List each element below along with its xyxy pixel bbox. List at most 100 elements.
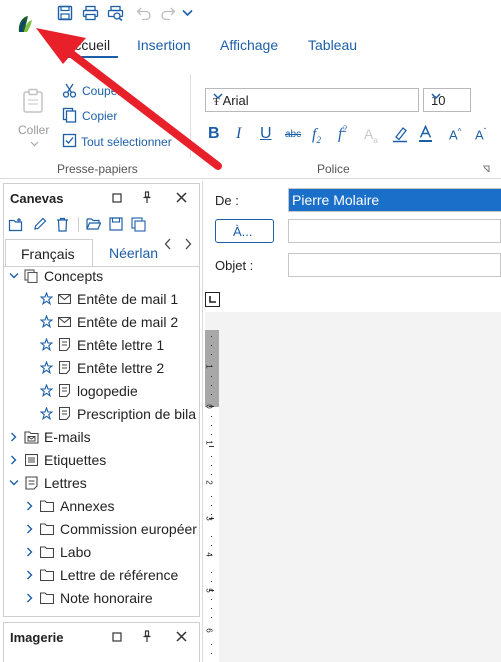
open-folder-icon[interactable] <box>86 217 101 231</box>
tree-item-template[interactable]: Entête de mail 1 <box>4 288 199 310</box>
tree-item-lettres[interactable]: Lettres <box>4 472 199 494</box>
subscript-icon[interactable]: f2 <box>312 126 321 145</box>
maximize-icon[interactable] <box>112 193 122 203</box>
close-icon[interactable] <box>176 192 187 203</box>
undo-icon[interactable] <box>136 6 152 20</box>
tree-item-concepts[interactable]: Concepts <box>4 265 199 287</box>
tab-accueil[interactable]: Accueil <box>65 37 110 53</box>
underline-icon[interactable]: U <box>260 125 272 143</box>
subject-label: Objet : <box>215 258 254 273</box>
subject-field[interactable] <box>288 253 501 277</box>
label-icon <box>25 454 38 466</box>
close-icon[interactable] <box>176 631 187 642</box>
italic-icon[interactable]: I <box>236 125 241 143</box>
cut-button[interactable]: Couper <box>62 81 132 101</box>
font-family-select[interactable]: Ŧ Arial <box>205 88 419 112</box>
font-color-icon[interactable] <box>418 125 433 143</box>
tree-item-template[interactable]: Entête de mail 2 <box>4 311 199 333</box>
canevas-panel: Canevas Français Néerlan Concepts Entête… <box>3 183 200 617</box>
tree-item-emails[interactable]: E-mails <box>4 426 199 448</box>
tree-item-template[interactable]: Entête lettre 1 <box>4 334 199 356</box>
tree-item-folder[interactable]: Note honoraire <box>4 587 199 609</box>
mail-icon <box>58 294 71 304</box>
clear-format-icon[interactable]: Aa <box>364 126 378 145</box>
mail-icon <box>58 317 71 327</box>
doc-icon <box>59 384 70 397</box>
from-value: Pierre Molaire <box>292 192 380 208</box>
chevron-down-icon[interactable] <box>9 479 19 487</box>
font-dialog-launcher-icon[interactable] <box>482 165 490 173</box>
maximize-icon[interactable] <box>112 632 122 642</box>
superscript-icon[interactable]: f2 <box>338 124 347 143</box>
bold-icon[interactable]: B <box>208 125 220 143</box>
tree-item-label: Entête de mail 2 <box>77 314 179 330</box>
tree-item-label: Prescription de bila <box>77 406 197 422</box>
tree-item-etiquettes[interactable]: Etiquettes <box>4 449 199 471</box>
edit-icon[interactable] <box>33 217 47 231</box>
print-icon[interactable] <box>82 5 99 21</box>
tab-francais[interactable]: Français <box>5 239 93 266</box>
ruler-label: 1 <box>204 364 214 369</box>
chevron-down-icon <box>431 93 464 100</box>
tree-item-template[interactable]: logopedie <box>4 380 199 402</box>
ruler-label: 5 <box>204 588 214 593</box>
chevron-right-icon[interactable] <box>26 593 33 603</box>
tab-stop-icon[interactable] <box>205 292 220 307</box>
font-size-select[interactable]: 10 <box>423 88 471 112</box>
star-icon[interactable] <box>40 361 53 374</box>
tab-insertion[interactable]: Insertion <box>137 37 191 53</box>
tree-item-folder[interactable]: Lettre de référence <box>4 564 199 586</box>
chevron-right-icon[interactable] <box>10 432 17 442</box>
paste-button[interactable]: Coller <box>12 86 56 152</box>
chevron-right-icon[interactable] <box>184 238 192 250</box>
pin-icon[interactable] <box>142 630 152 643</box>
star-icon[interactable] <box>40 407 53 420</box>
tree-item-label: logopedie <box>77 383 138 399</box>
tab-affichage[interactable]: Affichage <box>220 37 278 53</box>
save-icon[interactable] <box>57 5 73 21</box>
star-icon[interactable] <box>40 292 53 305</box>
redo-icon[interactable] <box>160 6 176 20</box>
imagerie-panel: Imagerie <box>3 622 200 662</box>
chevron-right-icon[interactable] <box>10 455 17 465</box>
mail-folder-icon <box>24 430 39 444</box>
tree-item-folder[interactable]: Annexes <box>4 495 199 517</box>
save-icon[interactable] <box>109 217 123 231</box>
chevron-right-icon[interactable] <box>26 570 33 580</box>
tree-item-label: Etiquettes <box>44 452 107 468</box>
strikethrough-icon[interactable]: abc <box>285 129 301 140</box>
tree-item-label: Concepts <box>44 268 104 284</box>
chevron-right-icon[interactable] <box>26 501 33 511</box>
chevron-right-icon[interactable] <box>26 524 33 534</box>
tree-item-folder[interactable]: Commission européer <box>4 518 199 540</box>
document-area[interactable] <box>205 312 501 662</box>
star-icon[interactable] <box>40 315 53 328</box>
grow-font-icon[interactable]: A^ <box>449 127 461 142</box>
new-template-icon[interactable] <box>8 217 23 232</box>
copy-button[interactable]: Copier <box>62 106 132 126</box>
chevron-down-icon[interactable] <box>9 272 19 280</box>
select-all-button[interactable]: Tout sélectionner <box>62 132 180 152</box>
to-button[interactable]: À... <box>215 219 274 243</box>
tree-item-template[interactable]: Entête lettre 2 <box>4 357 199 379</box>
save-all-icon[interactable] <box>131 217 146 232</box>
chevron-right-icon[interactable] <box>26 547 33 557</box>
from-field[interactable]: Pierre Molaire <box>288 188 501 212</box>
pin-icon[interactable] <box>142 191 152 204</box>
chevron-left-icon[interactable] <box>164 238 172 250</box>
star-icon[interactable] <box>40 384 53 397</box>
to-button-label: À... <box>233 224 253 239</box>
shrink-font-icon[interactable]: Aˇ <box>475 127 486 142</box>
copy-label: Copier <box>82 109 118 123</box>
tree-item-folder[interactable]: Labo <box>4 541 199 563</box>
to-field[interactable] <box>288 219 501 243</box>
tab-tableau[interactable]: Tableau <box>308 37 357 53</box>
tab-neerlandais[interactable]: Néerlan <box>96 239 160 266</box>
tree-item-label: Lettre de référence <box>60 567 179 583</box>
delete-icon[interactable] <box>56 217 69 232</box>
highlight-icon[interactable] <box>392 126 408 143</box>
print-preview-icon[interactable] <box>107 5 125 21</box>
star-icon[interactable] <box>40 338 53 351</box>
customize-toolbar-chevron-icon[interactable] <box>182 9 193 17</box>
tree-item-template[interactable]: Prescription de bila <box>4 403 199 425</box>
